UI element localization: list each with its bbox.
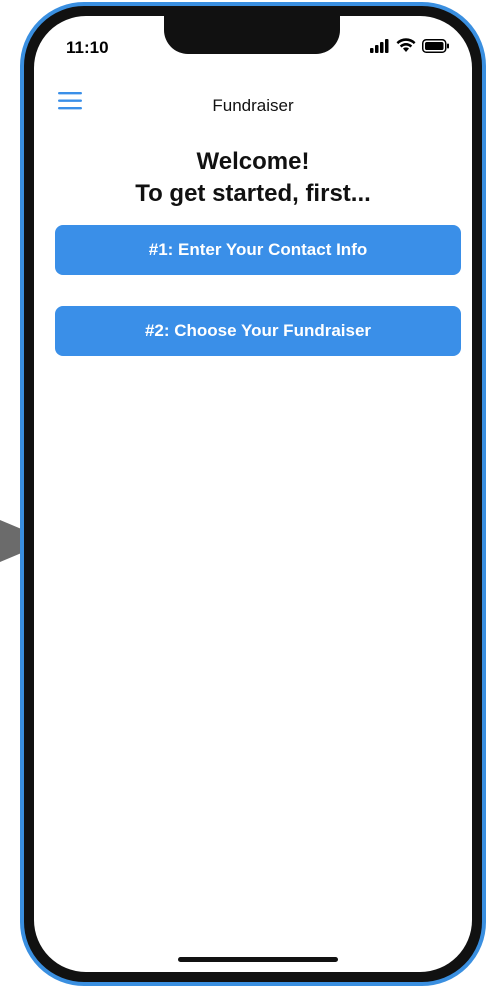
wifi-icon [396,38,416,52]
status-icons [370,38,450,53]
page-title: Fundraiser [212,96,294,115]
phone-frame: 11:10 Fundraiser Welcome! To get started… [20,2,486,986]
status-time: 11:10 [66,38,109,57]
welcome-line-2: To get started, first... [135,180,371,207]
phone-notch [164,16,340,54]
choose-fundraiser-button[interactable]: #2: Choose Your Fundraiser [55,306,461,356]
home-indicator[interactable] [178,957,338,962]
battery-icon [422,38,449,53]
phone-screen: 11:10 Fundraiser Welcome! To get started… [34,16,472,972]
screenshot-stage: 11:10 Fundraiser Welcome! To get started… [0,0,491,990]
enter-contact-info-button[interactable]: #1: Enter Your Contact Info [55,225,461,275]
welcome-line-1: Welcome! [196,148,310,175]
welcome-heading: Welcome! To get started, first... [34,146,472,210]
signal-icon [370,38,389,53]
